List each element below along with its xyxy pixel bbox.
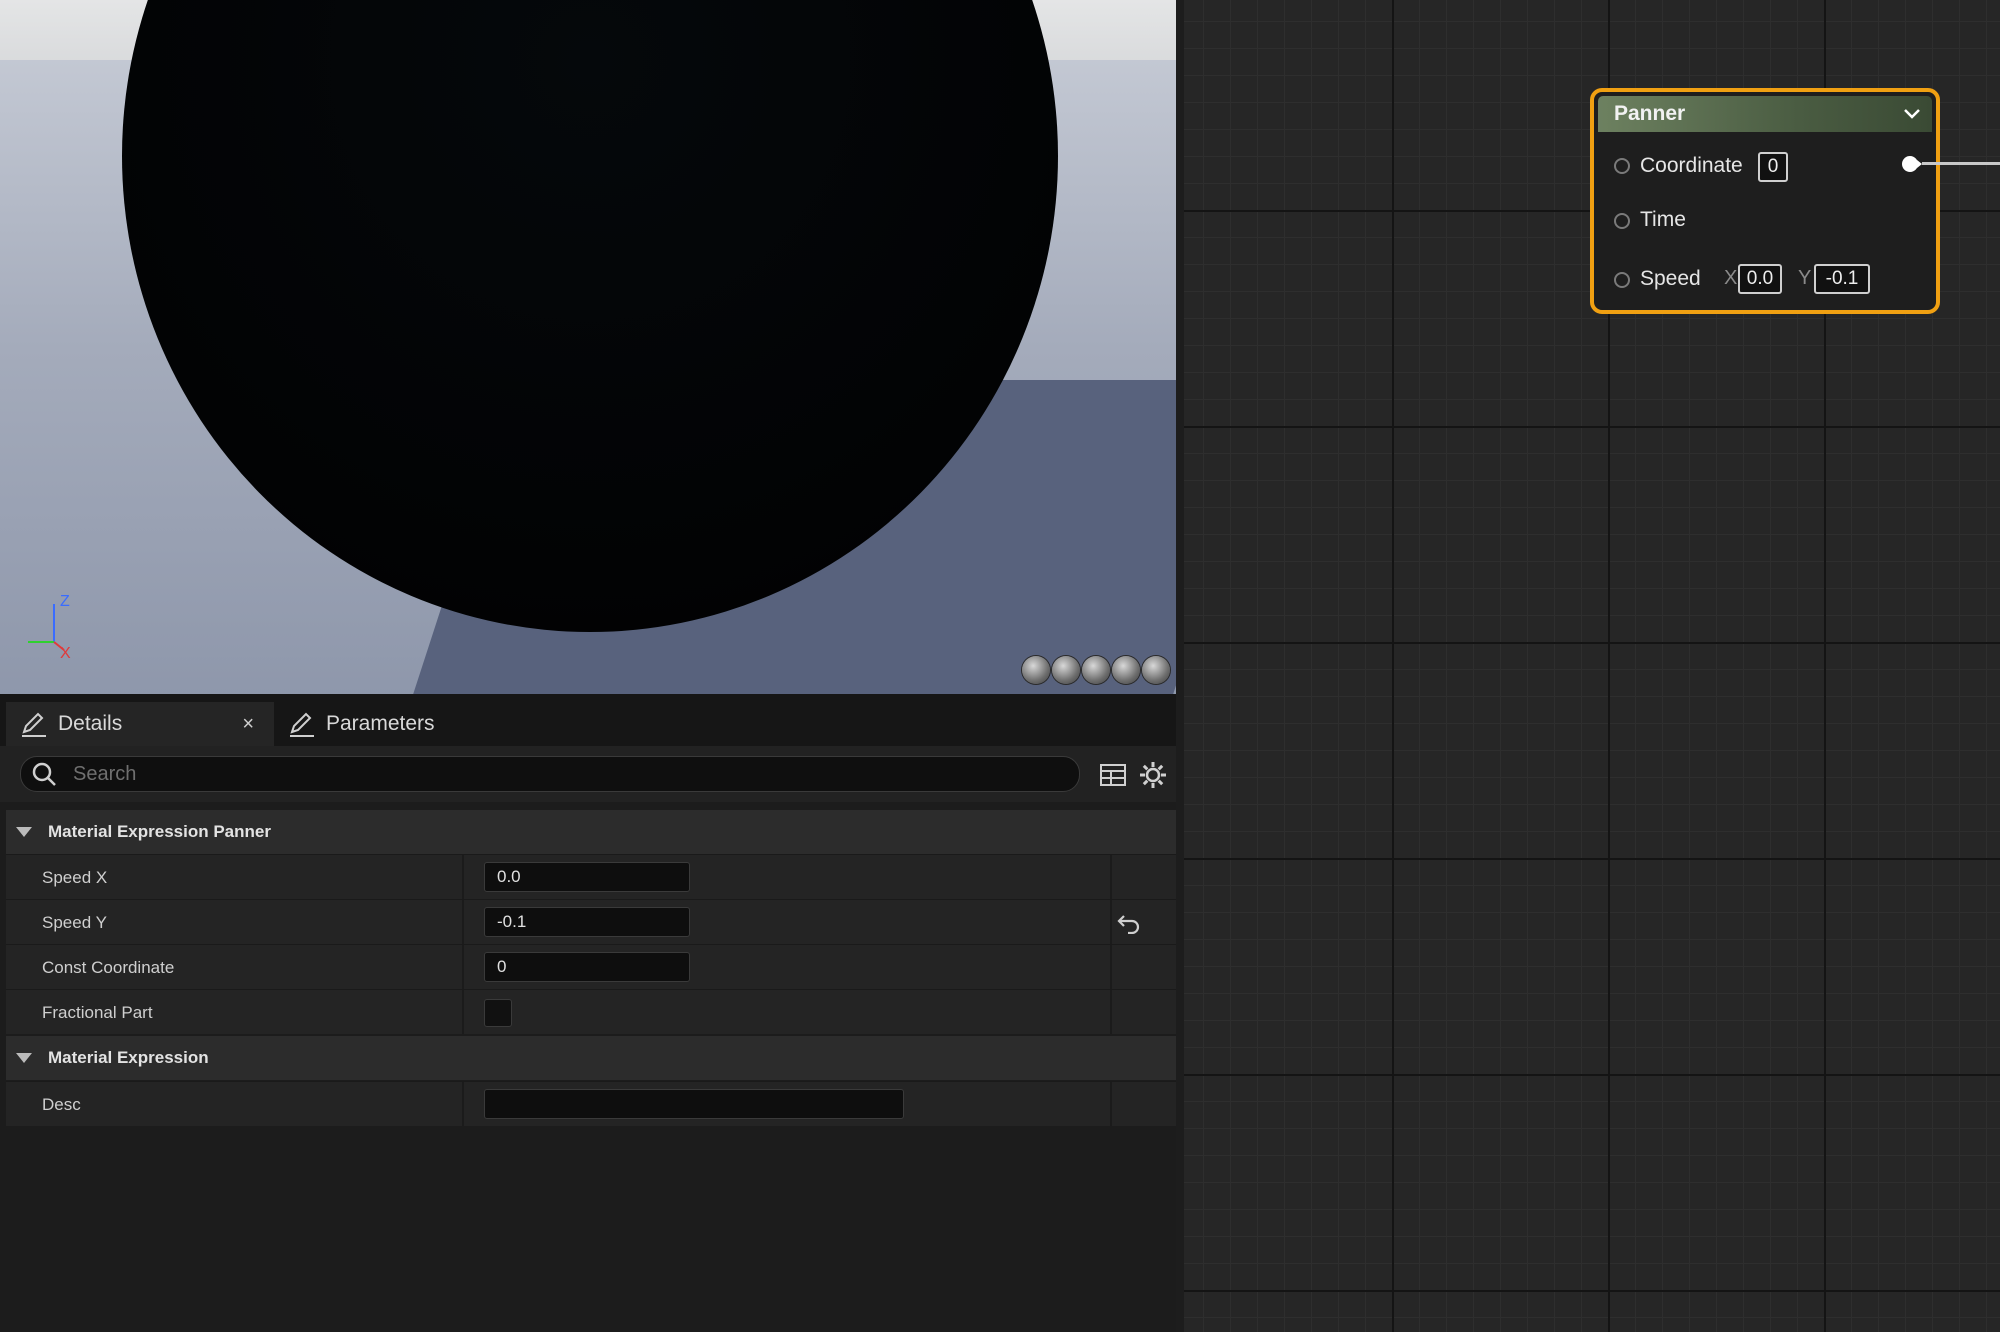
cube-icon[interactable] [1112,656,1140,684]
property-label: Fractional Part [42,1003,153,1022]
collapse-arrow-icon [16,1053,32,1063]
cylinder-icon[interactable] [1022,656,1050,684]
property-row-speed-x: Speed X 0.0 [6,854,1176,899]
axis-gizmo-icon: Z X [28,593,71,660]
section-material-expression[interactable]: Material Expression [6,1036,1176,1080]
column-divider [1110,990,1112,1034]
tab-parameters-label: Parameters [326,712,435,735]
search-icon [32,762,56,786]
sphere-icon[interactable] [1052,656,1080,684]
speed-y-node-field[interactable]: -0.1 [1814,264,1870,294]
tab-details-label: Details [58,712,123,735]
material-preview-viewport[interactable]: Z X [0,0,1176,694]
column-divider [1110,945,1112,989]
column-divider [1110,1082,1112,1126]
section-title: Material Expression [48,1048,209,1067]
plane-icon[interactable] [1082,656,1110,684]
speed-x-node-field[interactable]: 0.0 [1738,264,1782,294]
column-divider [462,855,464,899]
speed-y-field[interactable]: -0.1 [484,907,690,937]
column-divider [1110,900,1112,944]
preview-mesh-toolbar [1022,656,1170,684]
search-box[interactable] [20,756,1080,792]
search-row [0,746,1176,802]
chevron-down-icon[interactable] [1902,104,1922,124]
node-header[interactable]: Panner [1598,96,1932,132]
property-label: Const Coordinate [42,958,175,977]
pin-label-speed: Speed [1640,267,1701,290]
coordinate-input-pin[interactable] [1614,158,1630,174]
speed-y-axis-label: Y [1798,267,1812,289]
column-divider [462,945,464,989]
gear-icon[interactable] [1138,760,1168,790]
tab-details[interactable]: Details × [6,702,274,746]
pin-label-coordinate: Coordinate [1640,154,1743,177]
property-row-const-coordinate: Const Coordinate 0 [6,944,1176,989]
speed-x-field[interactable]: 0.0 [484,862,690,892]
column-divider [462,1082,464,1126]
property-label: Desc [42,1095,81,1114]
close-icon[interactable]: × [242,713,254,736]
fractional-part-checkbox[interactable] [484,999,512,1027]
column-divider [462,990,464,1034]
output-pin-icon[interactable] [1900,153,1922,175]
tab-parameters[interactable]: Parameters [274,702,494,746]
search-input[interactable] [71,761,1079,787]
coordinate-value-field[interactable]: 0 [1758,152,1788,182]
details-panel: Details × Parameters Search Material Exp… [0,694,1176,1332]
speed-x-axis-label: X [1724,267,1738,289]
section-material-expression-panner[interactable]: Material Expression Panner [6,810,1176,854]
property-row-speed-y: Speed Y -0.1 [6,899,1176,944]
desc-field[interactable] [484,1089,904,1119]
property-row-desc: Desc [6,1081,1176,1126]
column-divider [1110,855,1112,899]
time-input-pin[interactable] [1614,213,1630,229]
pencil-icon [22,712,46,737]
panner-node[interactable]: Panner Coordinate 0 Time Speed X 0.0 Y -… [1590,88,1940,314]
pin-label-time: Time [1640,208,1686,231]
const-coordinate-field[interactable]: 0 [484,952,690,982]
panel-splitter[interactable] [1176,0,1184,1332]
custom-mesh-icon[interactable] [1142,656,1170,684]
property-label: Speed X [42,868,108,887]
axis-x-label: X [60,645,71,660]
property-label: Speed Y [42,913,107,932]
pencil-icon [290,712,314,737]
axis-z-label: Z [60,593,70,610]
column-divider [462,900,464,944]
speed-input-pin[interactable] [1614,272,1630,288]
collapse-arrow-icon [16,827,32,837]
details-tab-bar: Details × Parameters [0,694,1176,746]
property-row-fractional-part: Fractional Part [6,989,1176,1034]
reset-to-default-icon[interactable] [1116,910,1142,934]
table-view-icon[interactable] [1098,760,1128,790]
node-title: Panner [1614,102,1686,125]
section-title: Material Expression Panner [48,822,271,841]
output-wire[interactable] [1922,162,2000,165]
